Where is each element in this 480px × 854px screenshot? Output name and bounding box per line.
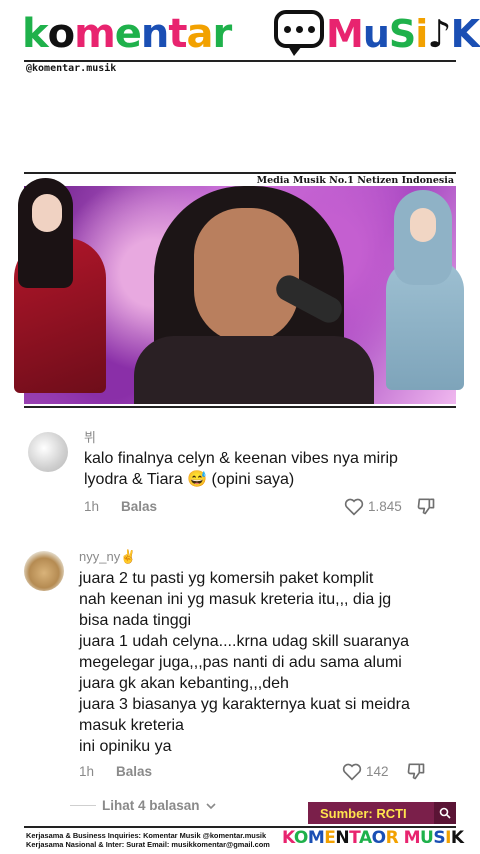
left-woman-cutout <box>10 178 110 393</box>
right-woman-cutout <box>382 190 468 390</box>
reply-button[interactable]: Balas <box>121 499 157 514</box>
logo-letter: m <box>74 11 116 57</box>
photo-divider <box>24 406 456 408</box>
like-count: 1.845 <box>368 499 402 514</box>
view-replies-button[interactable]: Lihat 4 balasan <box>70 798 216 813</box>
avatar[interactable] <box>28 432 68 472</box>
comment-time: 1h <box>84 499 100 514</box>
footer-logo-letter: M <box>403 828 421 848</box>
reply-button[interactable]: Balas <box>116 764 152 779</box>
comment-time: 1h <box>79 764 95 779</box>
comment-username[interactable]: nyy_ny✌ <box>79 549 136 565</box>
comment-text: kalo finalnya celyn & keenan vibes nya m… <box>84 450 398 488</box>
chat-bubble-icon <box>274 10 324 56</box>
replies-line <box>70 805 96 806</box>
logo-letter: o <box>47 11 76 57</box>
brand-logo-musik: Mu Si ♪ K <box>326 12 480 56</box>
comment-text: juara 2 tu pasti yg komersih paket kompl… <box>79 570 410 755</box>
comment-username[interactable]: 뷔 <box>84 427 96 446</box>
footer-logo-letter: K <box>450 828 464 848</box>
footer-logo-letter: O <box>371 828 386 848</box>
source-badge: Sumber: RCTI <box>308 802 456 824</box>
logo-letter: a <box>186 11 214 57</box>
logo-letter: k <box>22 11 49 57</box>
media-tagline: Media Musik No.1 Netizen Indonesia <box>256 175 454 186</box>
avatar[interactable] <box>24 551 64 591</box>
source-label: Sumber: RCTI <box>320 805 407 821</box>
footer-logo-letter: S <box>433 828 446 848</box>
footer-logo-letter: O <box>293 828 308 848</box>
logo-letter: r <box>212 11 233 57</box>
footer-logo-letter: K <box>282 828 294 848</box>
brand-logo: komentar <box>22 10 233 58</box>
footer-logo-letter: A <box>358 828 372 848</box>
footer-logo-letter: R <box>385 828 399 848</box>
logo-letter: t <box>168 11 187 57</box>
brand-handle: @komentar.musik <box>26 63 117 74</box>
dislike-icon[interactable] <box>416 496 436 516</box>
heart-icon[interactable] <box>342 763 362 781</box>
logo-letter: e <box>114 11 142 57</box>
view-replies-label: Lihat 4 balasan <box>102 798 200 813</box>
footer-logo-letter: U <box>420 828 434 848</box>
chevron-down-icon <box>205 802 216 809</box>
footer-line-1: Kerjasama & Business Inquiries: Komentar… <box>26 831 267 840</box>
media-divider <box>24 172 456 174</box>
footer-logo-letter: E <box>324 828 336 848</box>
footer-line-2: Kerjasama Nasional & Inter: Surat Email:… <box>26 840 270 849</box>
heart-icon[interactable] <box>344 498 364 516</box>
like-count: 142 <box>366 764 389 779</box>
footer-logo: KOMENTAOR MUSIK <box>282 828 464 848</box>
dislike-icon[interactable] <box>406 761 426 781</box>
header-divider <box>24 60 456 62</box>
search-icon <box>434 802 456 824</box>
footer-logo-letter: M <box>307 828 325 848</box>
footer-logo-letter: T <box>349 828 359 848</box>
logo-letter: n <box>140 11 170 57</box>
footer-logo-letter: N <box>335 828 350 848</box>
